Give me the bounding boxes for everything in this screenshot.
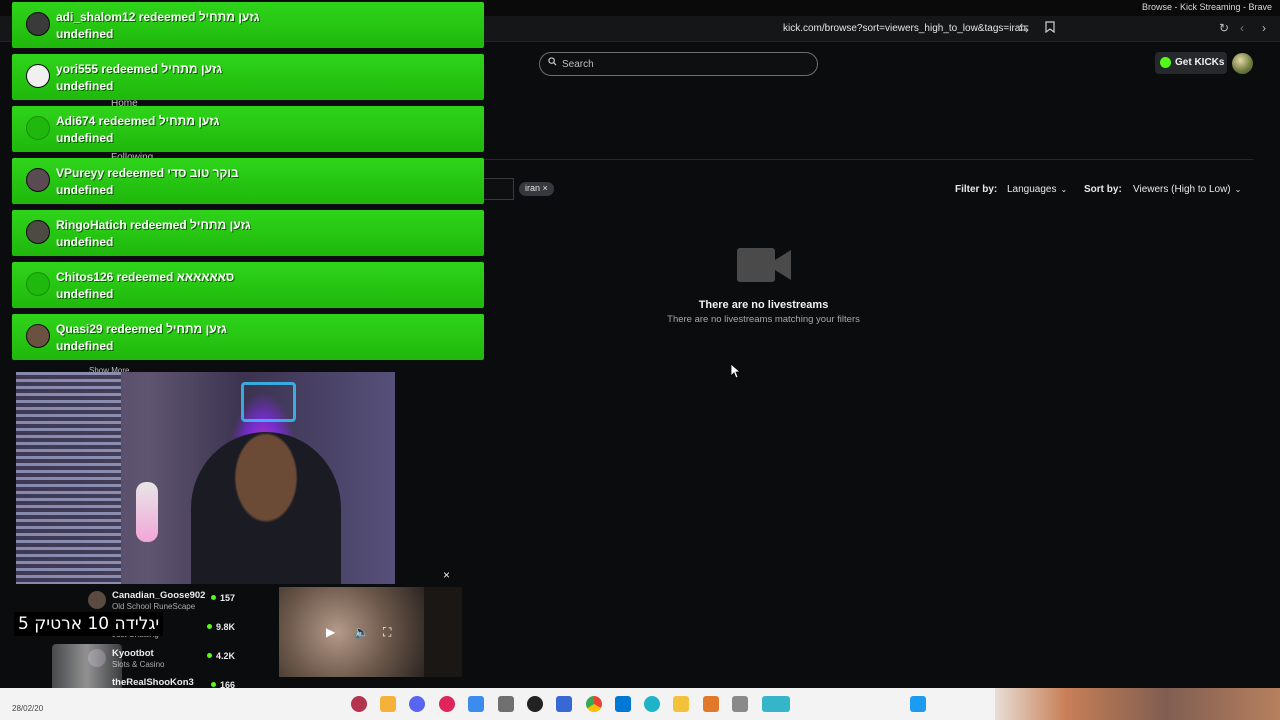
play-icon[interactable]: ▶ xyxy=(326,625,335,639)
screen: Browse - Kick Streaming - Brave kick.com… xyxy=(0,0,1280,720)
viewer-count: 4.2K xyxy=(207,651,235,661)
header-divider xyxy=(480,159,1253,160)
viewer-count: 157 xyxy=(211,593,235,603)
channel-name: Canadian_Goose902 xyxy=(112,590,206,601)
app-icon[interactable] xyxy=(439,696,455,712)
tag-chip-iran[interactable]: iran × xyxy=(519,182,554,196)
sort-by-label: Sort by: xyxy=(1084,184,1122,195)
app-icon[interactable] xyxy=(556,696,572,712)
alert-text: Adi674 redeemed גזען מתחיל xyxy=(56,114,220,128)
chrome-icon[interactable] xyxy=(586,696,602,712)
video-camera-icon xyxy=(737,248,791,282)
alert-text: VPureyy redeemed בוקר טוב סדי xyxy=(56,166,239,180)
alert-text: Chitos126 redeemed סאאאאאא xyxy=(56,270,235,284)
redeem-alert: yori555 redeemed גזען מתחיל undefined xyxy=(12,54,484,100)
alert-subtext: undefined xyxy=(56,339,114,353)
alert-avatar xyxy=(26,220,50,244)
bookmark-icon[interactable] xyxy=(1045,21,1055,36)
search-input[interactable] xyxy=(562,57,802,71)
alert-avatar xyxy=(26,116,50,140)
app-icon[interactable] xyxy=(351,696,367,712)
sort-value: Viewers (High to Low) xyxy=(1133,184,1231,195)
get-kicks-button[interactable]: Get KICKs xyxy=(1155,52,1227,74)
tag-filter-input[interactable] xyxy=(480,178,514,200)
search-icon xyxy=(548,57,557,69)
alert-avatar xyxy=(26,64,50,88)
webcam-feed xyxy=(16,372,395,584)
folder-icon[interactable] xyxy=(673,696,689,712)
alert-subtext: undefined xyxy=(56,79,114,93)
microphone-icon xyxy=(136,482,158,542)
get-kicks-label: Get KICKs xyxy=(1175,57,1225,68)
redeem-alert: adi_shalom12 redeemed גזען מתחיל undefin… xyxy=(12,2,484,48)
share-icon[interactable]: ⇆ xyxy=(1019,21,1029,35)
alert-text: Quasi29 redeemed גזען מתחיל xyxy=(56,322,227,336)
app-icon[interactable] xyxy=(498,696,514,712)
alert-avatar xyxy=(26,12,50,36)
windows-start-icon[interactable] xyxy=(910,696,926,712)
channel-name: theRealShooKon3 xyxy=(112,677,194,688)
empty-state-title: There are no livestreams xyxy=(698,299,829,311)
app-icon[interactable] xyxy=(762,696,790,712)
alert-text: RingoHatich redeemed גזען מתחיל xyxy=(56,218,251,232)
mini-player[interactable]: ▶ 🔈 ⛶ xyxy=(279,587,462,677)
kicks-coin-icon xyxy=(1160,57,1171,68)
edge-icon[interactable] xyxy=(644,696,660,712)
viewer-count: 9.8K xyxy=(207,622,235,632)
taskbar-date: 28/02/20 xyxy=(12,704,44,713)
app-icon[interactable] xyxy=(732,696,748,712)
redeem-alert: VPureyy redeemed בוקר טוב סדי undefined xyxy=(12,158,484,204)
alert-avatar xyxy=(26,324,50,348)
redeem-alert: Quasi29 redeemed גזען מתחיל undefined xyxy=(12,314,484,360)
alert-avatar xyxy=(26,272,50,296)
sort-dropdown[interactable]: Viewers (High to Low) ⌄ xyxy=(1133,184,1241,195)
app-icon[interactable] xyxy=(468,696,484,712)
discord-icon[interactable] xyxy=(409,696,425,712)
streamer xyxy=(191,432,341,584)
stream-overlay-text: יגלידה 10 ארטיק 5 xyxy=(14,612,164,636)
alert-subtext: undefined xyxy=(56,183,114,197)
stream-background-photo xyxy=(995,688,1280,720)
channel-avatar xyxy=(88,591,106,609)
redeem-alert: Chitos126 redeemed סאאאאאא undefined xyxy=(12,262,484,308)
languages-label: Languages xyxy=(1007,184,1057,195)
redeem-alerts: adi_shalom12 redeemed גזען מתחיל undefin… xyxy=(12,2,484,366)
alert-text: adi_shalom12 redeemed גזען מתחיל xyxy=(56,10,260,24)
mouse-cursor-icon xyxy=(731,364,741,379)
filter-by-label: Filter by: xyxy=(955,184,998,195)
cam-window-blinds xyxy=(16,372,121,584)
chatgpt-icon[interactable] xyxy=(527,696,543,712)
alert-subtext: undefined xyxy=(56,287,114,301)
close-icon[interactable]: × xyxy=(443,569,455,581)
alert-subtext: undefined xyxy=(56,131,114,145)
alert-subtext: undefined xyxy=(56,27,114,41)
forward-icon[interactable]: › xyxy=(1262,21,1266,35)
url-field[interactable]: kick.com/browse?sort=viewers_high_to_low… xyxy=(783,23,1026,34)
alert-text: yori555 redeemed גזען מתחיל xyxy=(56,62,223,76)
channel-category: Old School RuneScape xyxy=(112,602,196,611)
back-icon[interactable]: ‹ xyxy=(1240,21,1244,35)
user-avatar[interactable] xyxy=(1232,53,1253,74)
fullscreen-icon[interactable]: ⛶ xyxy=(383,625,391,640)
alert-subtext: undefined xyxy=(56,235,114,249)
chevron-down-icon: ⌄ xyxy=(1060,185,1068,194)
redeem-alert: RingoHatich redeemed גזען מתחיל undefine… xyxy=(12,210,484,256)
mini-player-thumbnail xyxy=(279,587,424,677)
languages-dropdown[interactable]: Languages ⌄ xyxy=(1007,184,1067,195)
window-title: Browse - Kick Streaming - Brave xyxy=(1141,2,1272,12)
search-box[interactable] xyxy=(539,52,818,76)
app-icon[interactable] xyxy=(703,696,719,712)
cam-neon-frame xyxy=(241,382,296,422)
reload-icon[interactable]: ↻ xyxy=(1219,21,1229,35)
chevron-down-icon: ⌄ xyxy=(1234,185,1242,194)
volume-icon[interactable]: 🔈 xyxy=(354,625,369,639)
app-icon[interactable] xyxy=(380,696,396,712)
recommended-channel[interactable]: Canadian_Goose902 Old School RuneScape 1… xyxy=(88,590,278,612)
store-icon[interactable] xyxy=(615,696,631,712)
redeem-alert: Adi674 redeemed גזען מתחיל undefined xyxy=(12,106,484,152)
alert-avatar xyxy=(26,168,50,192)
empty-state-subtitle: There are no livestreams matching your f… xyxy=(667,314,860,325)
taskbar: 28/02/20 xyxy=(0,688,1280,720)
